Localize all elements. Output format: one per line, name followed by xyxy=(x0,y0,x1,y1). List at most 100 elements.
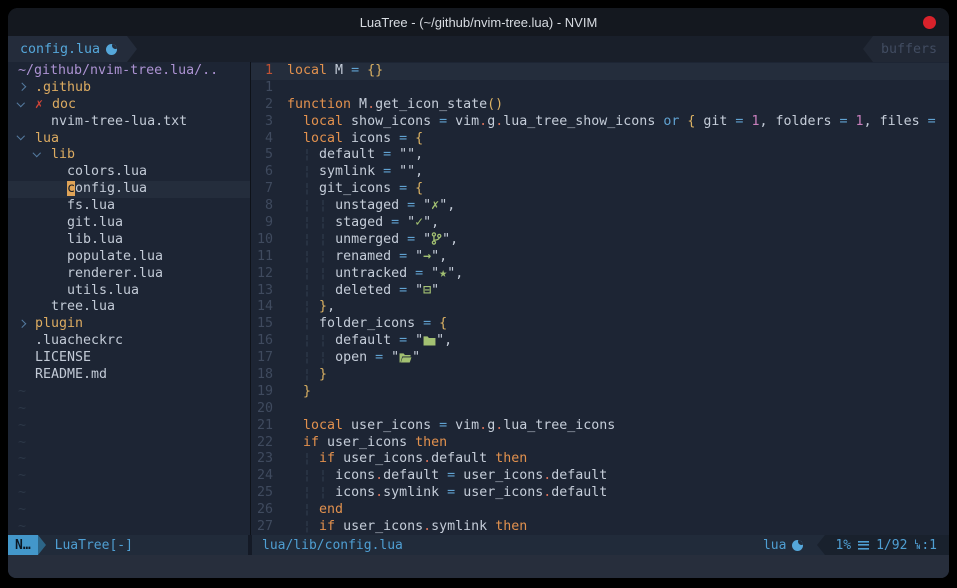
code-line[interactable]: 8 ¦ ¦ unstaged = "✗", xyxy=(251,198,949,215)
code-line[interactable]: 19 } xyxy=(251,384,949,401)
empty-line-tilde: ~ xyxy=(8,451,250,468)
tree-item-nvim-tree-lua-txt[interactable]: nvim-tree-lua.txt xyxy=(8,114,250,131)
code-line[interactable]: 14 ¦ }, xyxy=(251,299,949,316)
code-line[interactable]: 15 ¦ folder_icons = { xyxy=(251,316,949,333)
tree-item-label: utils.lua xyxy=(67,283,139,298)
chevron-down-icon[interactable] xyxy=(17,98,25,106)
code-line[interactable]: 1 xyxy=(251,80,949,97)
code-line[interactable]: 18 ¦ } xyxy=(251,367,949,384)
tree-item-label: config.lua xyxy=(67,181,147,196)
tree-item-lib-lua[interactable]: lib.lua xyxy=(8,232,250,249)
tree-item-config-lua[interactable]: config.lua xyxy=(8,181,250,198)
tree-item-populate-lua[interactable]: populate.lua xyxy=(8,249,250,266)
code-line[interactable]: 7 ¦ git_icons = { xyxy=(251,181,949,198)
code-line[interactable]: 16 ¦ ¦ default = "", xyxy=(251,333,949,350)
column-number: :1 xyxy=(921,538,937,553)
line-number: 5 xyxy=(251,147,287,164)
code-text: if user_icons then xyxy=(287,435,447,452)
code-text: ¦ ¦ unmerged = "", xyxy=(287,232,458,249)
code-line[interactable]: 25 ¦ ¦ icons.symlink = user_icons.defaul… xyxy=(251,485,949,502)
code-text: ¦ ¦ default = "", xyxy=(287,333,452,350)
file-tree[interactable]: ~/github/nvim-tree.lua/...github ✗docnvim… xyxy=(8,62,251,535)
line-number: 1 xyxy=(251,63,287,80)
code-line[interactable]: 22 if user_icons then xyxy=(251,435,949,452)
line-number: 25 xyxy=(251,485,287,502)
mode-indicator: N… xyxy=(8,535,38,555)
chevron-right-icon[interactable] xyxy=(18,83,26,91)
code-line[interactable]: 23 ¦ if user_icons.default then xyxy=(251,451,949,468)
empty-line-tilde: ~ xyxy=(8,468,250,485)
tree-item-label: lua xyxy=(35,131,59,146)
line-number: 12 xyxy=(251,266,287,283)
chevron-right-icon[interactable] xyxy=(18,319,26,327)
code-line[interactable]: 5 ¦ default = "", xyxy=(251,147,949,164)
tree-item-git-lua[interactable]: git.lua xyxy=(8,215,250,232)
tree-item-label: plugin xyxy=(35,316,83,331)
code-line[interactable]: 20 xyxy=(251,401,949,418)
tree-item-license[interactable]: LICENSE xyxy=(8,350,250,367)
tree-item-colors-lua[interactable]: colors.lua xyxy=(8,164,250,181)
code-line[interactable]: 10 ¦ ¦ unmerged = "", xyxy=(251,232,949,249)
editor[interactable]: 1local M = {}12function M.get_icon_state… xyxy=(251,62,949,535)
code-text: ¦ ¦ icons.default = user_icons.default xyxy=(287,468,607,485)
code-line[interactable]: 21 local user_icons = vim.g.lua_tree_ico… xyxy=(251,418,949,435)
tree-item-lua[interactable]: lua xyxy=(8,131,250,148)
tree-item-plugin[interactable]: plugin xyxy=(8,316,250,333)
code-text: ¦ ¦ deleted = "⊟" xyxy=(287,283,439,300)
line-number: 10 xyxy=(251,232,287,249)
tree-item--github[interactable]: .github xyxy=(8,80,250,97)
line-number: 20 xyxy=(251,401,287,418)
code-line[interactable]: 9 ¦ ¦ staged = "✓", xyxy=(251,215,949,232)
code-line[interactable]: 11 ¦ ¦ renamed = "→", xyxy=(251,249,949,266)
code-text: ¦ ¦ renamed = "→", xyxy=(287,249,447,266)
code-line[interactable]: 24 ¦ ¦ icons.default = user_icons.defaul… xyxy=(251,468,949,485)
code-text: ¦ folder_icons = { xyxy=(287,316,447,333)
line-number: 6 xyxy=(251,164,287,181)
tree-item-label: populate.lua xyxy=(67,249,163,264)
command-line[interactable] xyxy=(8,555,949,578)
tree-item-renderer-lua[interactable]: renderer.lua xyxy=(8,266,250,283)
filetype-label: lua xyxy=(763,538,803,553)
statusline-left-title: LuaTree[-] xyxy=(55,538,133,553)
chevron-down-icon[interactable] xyxy=(33,149,41,157)
title-bar[interactable]: LuaTree - (~/github/nvim-tree.lua) - NVI… xyxy=(8,8,949,36)
tree-header[interactable]: ~/github/nvim-tree.lua/.. xyxy=(8,63,250,80)
code-line[interactable]: 12 ¦ ¦ untracked = "★", xyxy=(251,266,949,283)
chevron-down-icon[interactable] xyxy=(17,132,25,140)
line-number: 27 xyxy=(251,519,287,535)
code-line[interactable]: 1local M = {} xyxy=(251,63,949,80)
tree-item-lib[interactable]: lib xyxy=(8,147,250,164)
code-line[interactable]: 2function M.get_icon_state() xyxy=(251,97,949,114)
tree-item-label: .luacheckrc xyxy=(35,333,123,348)
tree-item-doc[interactable]: ✗doc xyxy=(8,97,250,114)
code-line[interactable]: 17 ¦ ¦ open = "" xyxy=(251,350,949,367)
code-line[interactable]: 3 local show_icons = vim.g.lua_tree_show… xyxy=(251,114,949,131)
code-line[interactable]: 6 ¦ symlink = "", xyxy=(251,164,949,181)
tab-config-lua[interactable]: config.lua xyxy=(8,36,127,62)
code-line[interactable]: 27 ¦ if user_icons.symlink then xyxy=(251,519,949,535)
code-line[interactable]: 26 ¦ end xyxy=(251,502,949,519)
tab-label: config.lua xyxy=(20,42,100,57)
tree-item-label: .github xyxy=(35,80,91,95)
stats-arrow-separator xyxy=(817,535,825,555)
code-text: ¦ symlink = "", xyxy=(287,164,423,181)
buffers-tab[interactable]: buffers xyxy=(873,36,949,62)
code-text: ¦ }, xyxy=(287,299,335,316)
close-icon[interactable] xyxy=(923,16,936,29)
line-number: 2 xyxy=(251,97,287,114)
code-text: local user_icons = vim.g.lua_tree_icons xyxy=(287,418,615,435)
tree-item-label: lib.lua xyxy=(67,232,123,247)
tree-item-label: README.md xyxy=(35,367,107,382)
tree-item--luacheckrc[interactable]: .luacheckrc xyxy=(8,333,250,350)
tree-item-utils-lua[interactable]: utils.lua xyxy=(8,283,250,300)
tree-item-tree-lua[interactable]: tree.lua xyxy=(8,299,250,316)
line-number: 13 xyxy=(251,283,287,300)
code-line[interactable]: 4 local icons = { xyxy=(251,131,949,148)
empty-line-tilde: ~ xyxy=(8,485,250,502)
code-text: } xyxy=(287,384,311,401)
line-number: 18 xyxy=(251,367,287,384)
code-line[interactable]: 13 ¦ ¦ deleted = "⊟" xyxy=(251,283,949,300)
tree-item-fs-lua[interactable]: fs.lua xyxy=(8,198,250,215)
code-text: ¦ ¦ open = "" xyxy=(287,350,420,367)
tree-item-readme-md[interactable]: README.md xyxy=(8,367,250,384)
